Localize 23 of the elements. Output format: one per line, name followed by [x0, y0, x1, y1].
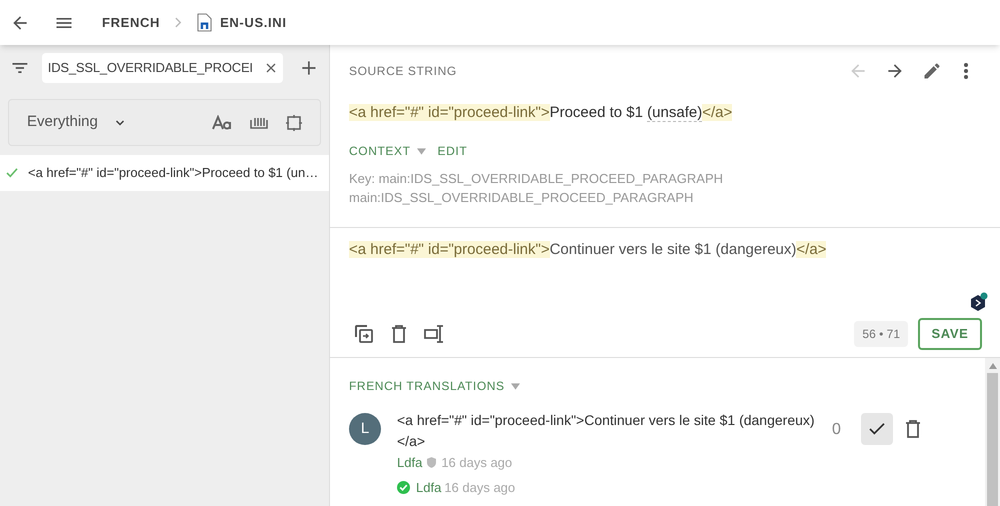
string-list-item[interactable]: <a href="#" id="proceed-link">Proceed to $1 (un… [0, 155, 329, 191]
timestamp: 16 days ago [441, 454, 512, 472]
source-string: <a href="#" id="proceed-link">Proceed to $1 (unsafe)</a> [349, 103, 734, 124]
context-toggle[interactable]: CONTEXT [349, 142, 411, 160]
section-title[interactable]: FRENCH TRANSLATIONS [349, 377, 505, 395]
translation-input[interactable]: <a href="#" id="proceed-link">Continuer vers le site $1 (dangereux)</a> [349, 239, 982, 289]
section-title: SOURCE STRING [349, 63, 457, 80]
breadcrumb[interactable]: FRENCH [102, 12, 160, 32]
breadcrumb[interactable]: EN-US.INI [220, 12, 287, 32]
search-text: IDS_SSL_OVERRIDABLE_PROCEI [48, 58, 254, 77]
context-line: main:IDS_SSL_OVERRIDABLE_PROCEED_PARAGRAPH [349, 189, 694, 207]
approver-link[interactable]: Ldfa [416, 478, 442, 497]
timestamp: 16 days ago [444, 478, 516, 497]
translation-text: <a href="#" id="proceed-link">Continuer vers le site $1 (dangereux) </a> [397, 411, 816, 451]
author-link[interactable]: Ldfa [397, 453, 422, 472]
context-line: Key: main:IDS_SSL_OVERRIDABLE_PROCEED_PARAGRAPH [349, 170, 724, 188]
search-field[interactable]: IDS_SSL_OVERRIDABLE_PROCEI [42, 52, 284, 82]
character-counter: 56 • 71 [854, 321, 908, 347]
save-button[interactable]: SAVE [918, 318, 982, 350]
filter-dropdown[interactable]: Everything [27, 111, 126, 134]
edit-link[interactable]: EDIT [438, 142, 468, 160]
avatar: L [349, 413, 381, 445]
vote-count: 0 [832, 420, 841, 440]
